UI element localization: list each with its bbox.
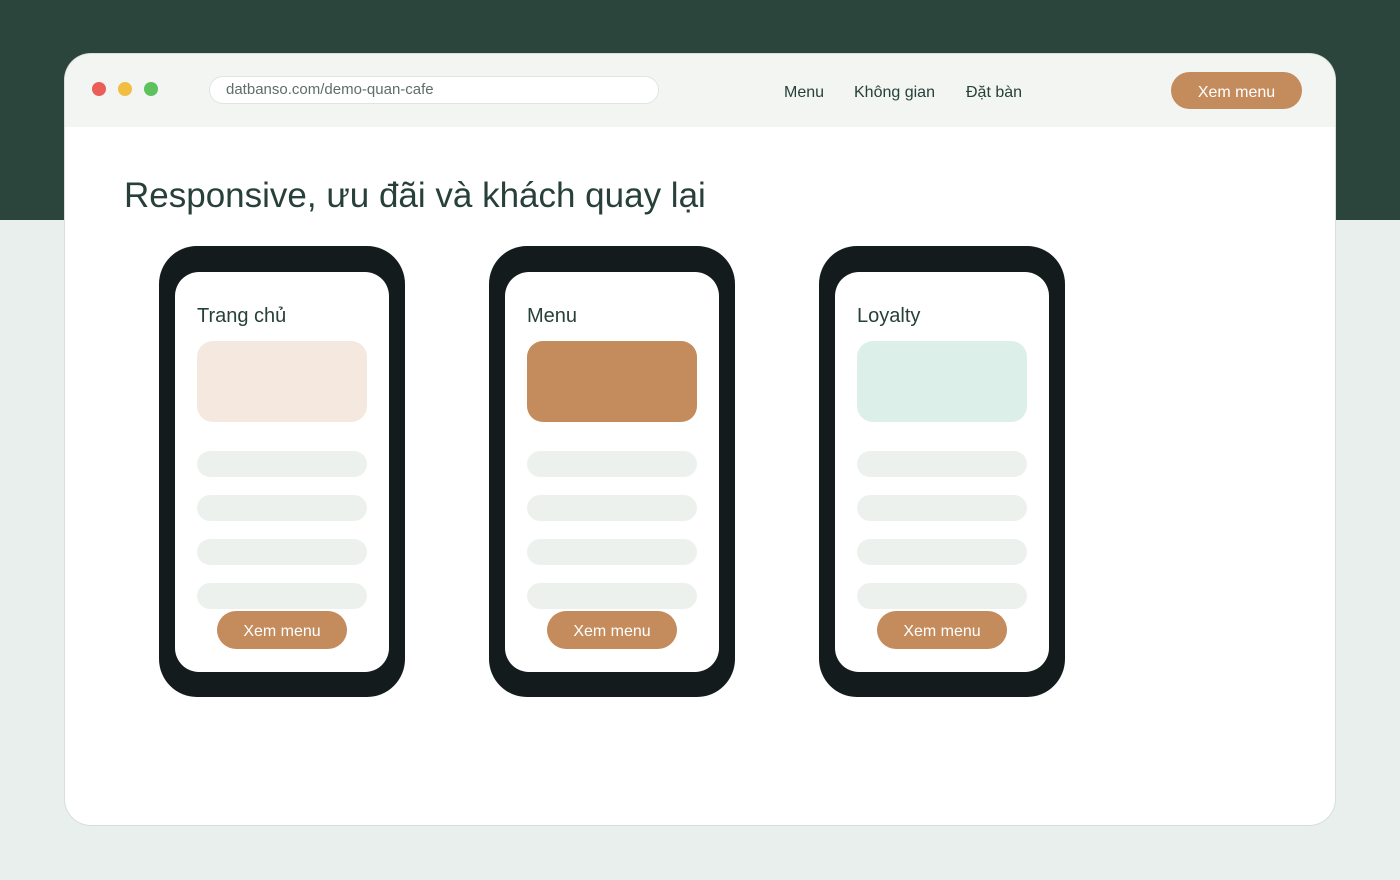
- phone-mockup-home: Trang chủ Xem menu: [159, 246, 405, 697]
- skeleton-line: [857, 583, 1027, 609]
- close-window-dot[interactable]: [92, 82, 106, 96]
- skeleton-line: [857, 539, 1027, 565]
- screen-title: Loyalty: [857, 305, 921, 327]
- hero-image-placeholder: [527, 341, 697, 422]
- phone-screen: Trang chủ Xem menu: [175, 272, 389, 672]
- phone-screen: Menu Xem menu: [505, 272, 719, 672]
- phone-view-menu-button[interactable]: Xem menu: [547, 611, 677, 649]
- address-bar[interactable]: datbanso.com/demo-quan-cafe: [209, 76, 659, 104]
- skeleton-line: [197, 495, 367, 521]
- page-title: Responsive, ưu đãi và khách quay lại: [124, 176, 706, 215]
- hero-image-placeholder: [197, 341, 367, 422]
- view-menu-button[interactable]: Xem menu: [1171, 72, 1302, 109]
- nav-link-dat-ban[interactable]: Đặt bàn: [966, 83, 1022, 103]
- phone-mockup-loyalty: Loyalty Xem menu: [819, 246, 1065, 697]
- skeleton-line: [527, 451, 697, 477]
- phone-mockup-menu: Menu Xem menu: [489, 246, 735, 697]
- phone-view-menu-button[interactable]: Xem menu: [877, 611, 1007, 649]
- hero-image-placeholder: [857, 341, 1027, 422]
- skeleton-line: [197, 583, 367, 609]
- phone-view-menu-button[interactable]: Xem menu: [217, 611, 347, 649]
- skeleton-line: [857, 451, 1027, 477]
- nav-link-khong-gian[interactable]: Không gian: [854, 83, 935, 103]
- screen-title: Menu: [527, 305, 578, 327]
- skeleton-line: [527, 583, 697, 609]
- skeleton-line: [527, 495, 697, 521]
- skeleton-line: [857, 495, 1027, 521]
- skeleton-line: [197, 539, 367, 565]
- phone-screen: Loyalty Xem menu: [835, 272, 1049, 672]
- maximize-window-dot[interactable]: [144, 82, 158, 96]
- minimize-window-dot[interactable]: [118, 82, 132, 96]
- browser-window: datbanso.com/demo-quan-cafe Menu Không g…: [65, 54, 1335, 825]
- screen-title: Trang chủ: [197, 305, 287, 327]
- skeleton-line: [527, 539, 697, 565]
- browser-topbar: datbanso.com/demo-quan-cafe Menu Không g…: [65, 54, 1335, 127]
- skeleton-line: [197, 451, 367, 477]
- nav-link-menu[interactable]: Menu: [784, 83, 824, 103]
